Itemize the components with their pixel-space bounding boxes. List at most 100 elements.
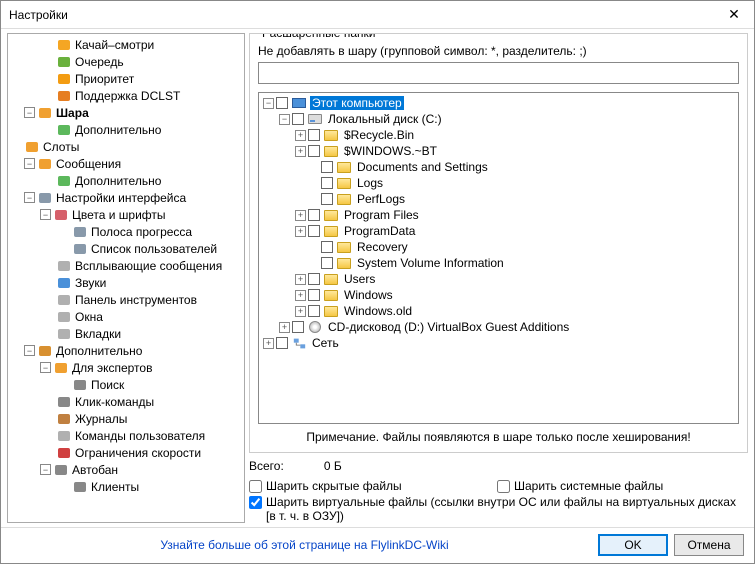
expander-icon[interactable]: − [24, 158, 35, 169]
cb-share-system[interactable]: Шарить системные файлы [497, 479, 663, 493]
expander-icon[interactable]: − [40, 464, 51, 475]
expander-icon[interactable]: − [40, 362, 51, 373]
cancel-button[interactable]: Отмена [674, 534, 744, 556]
share-checkbox[interactable] [321, 177, 333, 189]
folder-row[interactable]: Documents and Settings [261, 159, 736, 175]
folder-row[interactable]: −Локальный диск (C:) [261, 111, 736, 127]
folder-tree[interactable]: −Этот компьютер−Локальный диск (C:)+$Rec… [258, 92, 739, 424]
nav-item[interactable]: Дополнительно [8, 172, 244, 189]
expander-icon[interactable]: + [263, 338, 274, 349]
share-checkbox[interactable] [308, 289, 320, 301]
folder-row[interactable]: +Program Files [261, 207, 736, 223]
expander-icon[interactable]: − [279, 114, 290, 125]
share-checkbox[interactable] [308, 305, 320, 317]
folder-row[interactable]: +Сеть [261, 335, 736, 351]
expander-icon[interactable]: + [295, 146, 306, 157]
nav-item[interactable]: −Сообщения [8, 155, 244, 172]
nav-item[interactable]: Звуки [8, 274, 244, 291]
nav-item[interactable]: Поиск [8, 376, 244, 393]
expander-icon[interactable]: − [24, 345, 35, 356]
expander-icon[interactable]: − [24, 192, 35, 203]
nav-item[interactable]: −Автобан [8, 461, 244, 478]
nav-item[interactable]: Клик-команды [8, 393, 244, 410]
plus-icon [56, 173, 72, 189]
share-checkbox[interactable] [321, 241, 333, 253]
nav-item[interactable]: −Цвета и шрифты [8, 206, 244, 223]
expander-icon[interactable]: − [40, 209, 51, 220]
ok-button[interactable]: OK [598, 534, 668, 556]
total-value: 0 Б [324, 459, 342, 473]
folder-row[interactable]: Logs [261, 175, 736, 191]
cb-share-system-input[interactable] [497, 480, 510, 493]
nav-item[interactable]: Журналы [8, 410, 244, 427]
folder-label: $WINDOWS.~BT [342, 144, 439, 158]
folder-row[interactable]: Recovery [261, 239, 736, 255]
share-checkbox[interactable] [321, 161, 333, 173]
footer: Узнайте больше об этой странице на Flyli… [1, 527, 754, 561]
toolbar-icon [56, 292, 72, 308]
nav-item[interactable]: Панель инструментов [8, 291, 244, 308]
folder-row[interactable]: −Этот компьютер [261, 95, 736, 111]
cb-share-virtual-input[interactable] [249, 496, 262, 509]
cb-share-virtual[interactable]: Шарить виртуальные файлы (ссылки внутри … [249, 495, 748, 523]
nav-label: Приоритет [75, 72, 134, 86]
expander-icon[interactable]: + [295, 290, 306, 301]
folder-row[interactable]: PerfLogs [261, 191, 736, 207]
expander-icon[interactable]: + [295, 210, 306, 221]
folder-row[interactable]: + Users [261, 271, 736, 287]
nav-item[interactable]: Вкладки [8, 325, 244, 342]
nav-item[interactable]: Приоритет [8, 70, 244, 87]
expander-icon[interactable]: − [263, 98, 274, 109]
nav-item[interactable]: Список пользователей [8, 240, 244, 257]
nav-item[interactable]: Дополнительно [8, 121, 244, 138]
share-checkbox[interactable] [321, 193, 333, 205]
cb-share-hidden-input[interactable] [249, 480, 262, 493]
share-checkbox[interactable] [308, 225, 320, 237]
nav-item[interactable]: Поддержка DCLST [8, 87, 244, 104]
share-checkbox[interactable] [308, 273, 320, 285]
expander-icon[interactable]: + [295, 130, 306, 141]
nav-item[interactable]: Качай–смотри [8, 36, 244, 53]
nav-item[interactable]: −Настройки интерфейса [8, 189, 244, 206]
folder-row[interactable]: System Volume Information [261, 255, 736, 271]
folder-row[interactable]: + $WINDOWS.~BT [261, 143, 736, 159]
nav-label: Панель инструментов [75, 293, 197, 307]
nav-item[interactable]: −Дополнительно [8, 342, 244, 359]
nav-item[interactable]: Окна [8, 308, 244, 325]
share-checkbox[interactable] [292, 321, 304, 333]
expander-icon[interactable]: + [295, 226, 306, 237]
folder-row[interactable]: +Windows.old [261, 303, 736, 319]
share-checkbox[interactable] [308, 129, 320, 141]
folder-row[interactable]: +$Recycle.Bin [261, 127, 736, 143]
expander-icon[interactable]: + [295, 274, 306, 285]
nav-item[interactable]: −Шара [8, 104, 244, 121]
titlebar: Настройки ✕ [1, 1, 754, 29]
share-checkbox[interactable] [276, 97, 288, 109]
share-checkbox[interactable] [308, 209, 320, 221]
folder-row[interactable]: +ProgramData [261, 223, 736, 239]
nav-item[interactable]: Слоты [8, 138, 244, 155]
expander-icon[interactable]: − [24, 107, 35, 118]
share-checkbox[interactable] [321, 257, 333, 269]
share-checkbox[interactable] [276, 337, 288, 349]
nav-item[interactable]: Всплывающие сообщения [8, 257, 244, 274]
nav-item[interactable]: Команды пользователя [8, 427, 244, 444]
folder-row[interactable]: +Windows [261, 287, 736, 303]
expander-icon[interactable]: + [295, 306, 306, 317]
nav-item[interactable]: Ограничения скорости [8, 444, 244, 461]
share-checkbox[interactable] [292, 113, 304, 125]
pc-icon [291, 96, 307, 111]
nav-item[interactable]: Клиенты [8, 478, 244, 495]
expander-icon[interactable]: + [279, 322, 290, 333]
wiki-link[interactable]: Узнайте больше об этой странице на Flyli… [11, 538, 598, 552]
cb-share-hidden[interactable]: Шарить скрытые файлы [249, 479, 497, 493]
close-icon[interactable]: ✕ [714, 1, 754, 29]
settings-nav-tree[interactable]: Качай–смотриОчередь ПриоритетПоддержка DC… [7, 33, 245, 523]
exclude-input[interactable] [258, 62, 739, 84]
nav-item[interactable]: Полоса прогресса [8, 223, 244, 240]
nav-item[interactable]: Очередь [8, 53, 244, 70]
folder-label: Users [342, 272, 377, 286]
folder-row[interactable]: +CD-дисковод (D:) VirtualBox Guest Addit… [261, 319, 736, 335]
share-checkbox[interactable] [308, 145, 320, 157]
nav-item[interactable]: −Для экспертов [8, 359, 244, 376]
